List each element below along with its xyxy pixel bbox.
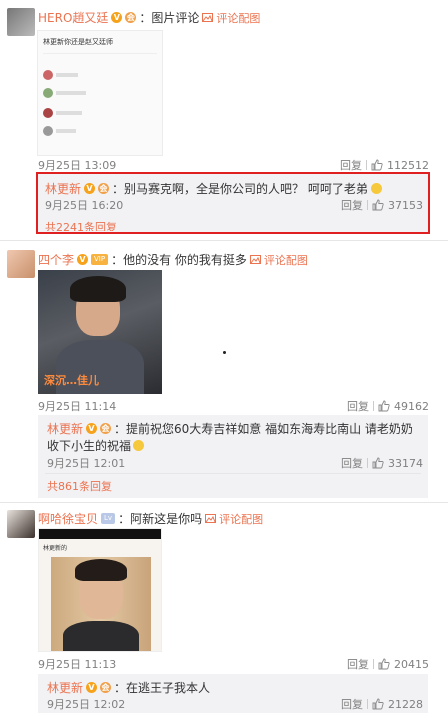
reply-button[interactable]: 回复 <box>347 398 369 414</box>
reply-text: ：别马赛克啊，全是你公司的人吧？ 呵呵了老弟 <box>112 182 368 196</box>
level-badge-icon: VIP <box>91 254 109 265</box>
comment-text: ：他的没有 你的我有挺多 <box>111 253 247 267</box>
reply-timestamp: 9月25日 16:20 <box>45 199 124 212</box>
comment-actions: 回复 49162 <box>347 398 429 414</box>
comment-actions: 回复 112512 <box>340 157 429 173</box>
divider <box>367 699 368 709</box>
thumbs-up-icon[interactable] <box>371 159 383 171</box>
comment-text: ：图片评论 <box>139 11 200 25</box>
reply-timestamp: 9月25日 12:02 <box>47 698 126 711</box>
timestamp: 9月25日 11:14 <box>38 400 117 413</box>
picture-icon <box>249 255 261 264</box>
reply-username[interactable]: 林更新 <box>45 180 81 197</box>
verified-icon: V <box>77 254 89 265</box>
level-badge-icon: Lv <box>101 513 116 524</box>
username[interactable]: HERO趙又廷 <box>38 9 108 26</box>
comment-image[interactable]: 深沉…佳儿 <box>38 270 162 394</box>
like-count: 49162 <box>394 399 429 413</box>
comment-header: 啊哈徐宝贝 Lv ：阿新这是你吗 评论配图 <box>38 510 263 527</box>
avatar[interactable] <box>7 510 35 538</box>
dot <box>223 351 226 354</box>
divider <box>45 473 421 474</box>
thumbs-up-icon[interactable] <box>372 199 384 211</box>
smile-emoji-icon <box>370 183 382 194</box>
reply-actions: 回复 33174 <box>341 455 423 471</box>
thumbs-up-icon[interactable] <box>372 698 384 710</box>
divider <box>373 659 374 669</box>
divider <box>367 200 368 210</box>
vip-icon: 会 <box>100 423 112 434</box>
divider <box>373 401 374 411</box>
reply-button[interactable]: 回复 <box>341 197 363 213</box>
like-count: 20415 <box>394 657 429 671</box>
reply-text-line: 收下小生的祝福 <box>47 437 145 454</box>
timestamp: 9月25日 11:13 <box>38 658 117 671</box>
verified-icon: V <box>86 423 98 434</box>
comment-image-link[interactable]: 评论配图 <box>205 511 263 527</box>
comment-text: ：阿新这是你吗 <box>118 512 203 526</box>
thumbs-up-icon[interactable] <box>378 400 390 412</box>
thumbs-up-icon[interactable] <box>372 457 384 469</box>
image-caption: 深沉…佳儿 <box>44 374 99 387</box>
picture-icon <box>205 514 217 523</box>
reply-button[interactable]: 回复 <box>347 656 369 672</box>
like-count: 37153 <box>388 198 423 212</box>
divider <box>366 160 367 170</box>
vip-icon: 会 <box>98 183 110 194</box>
divider <box>367 458 368 468</box>
like-count: 33174 <box>388 456 423 470</box>
avatar[interactable] <box>7 250 35 278</box>
comment-image[interactable]: 林更新你还是赵又廷师 <box>37 30 163 156</box>
vip-icon: 会 <box>125 12 137 23</box>
username[interactable]: 四个李 <box>38 251 74 268</box>
avatar[interactable] <box>7 8 35 36</box>
reply-actions: 回复 37153 <box>341 197 423 213</box>
more-replies-link[interactable]: 共2241条回复 <box>45 219 117 231</box>
verified-icon: V <box>86 682 98 693</box>
more-replies-link[interactable]: 共861条回复 <box>47 478 112 494</box>
reply-header: 林更新 V 会 ：别马赛克啊，全是你公司的人吧？ 呵呵了老弟 <box>45 180 382 197</box>
vip-icon: 会 <box>100 682 112 693</box>
smile-emoji-icon <box>133 440 145 451</box>
verified-icon: V <box>84 183 96 194</box>
like-count: 112512 <box>387 158 429 172</box>
verified-icon: V <box>111 12 123 23</box>
reply-button[interactable]: 回复 <box>341 696 363 712</box>
timestamp: 9月25日 13:09 <box>38 159 117 172</box>
reply-header: 林更新 V 会 ：提前祝您60大寿吉祥如意 福如东海寿比南山 请老奶奶 <box>47 420 413 437</box>
reply-username[interactable]: 林更新 <box>47 420 83 437</box>
divider <box>0 502 448 503</box>
reply-header: 林更新 V 会 ：在逃王子我本人 <box>47 679 210 696</box>
picture-icon <box>202 13 214 22</box>
reply-button[interactable]: 回复 <box>341 455 363 471</box>
comment-image-link[interactable]: 评论配图 <box>249 252 308 268</box>
comment-header: HERO趙又廷 V 会 ：图片评论 评论配图 <box>38 9 260 26</box>
image-caption: 林更新的 <box>43 545 68 552</box>
comment-image-link[interactable]: 评论配图 <box>202 10 260 26</box>
comment-actions: 回复 20415 <box>347 656 429 672</box>
divider <box>0 240 448 241</box>
reply-timestamp: 9月25日 12:01 <box>47 457 126 470</box>
reply-text: ：在逃王子我本人 <box>114 681 211 695</box>
reply-actions: 回复 21228 <box>341 696 423 712</box>
reply-text-continued: 收下小生的祝福 <box>47 439 132 453</box>
reply-username[interactable]: 林更新 <box>47 679 83 696</box>
like-count: 21228 <box>388 697 423 711</box>
thumbs-up-icon[interactable] <box>378 658 390 670</box>
comment-image[interactable]: 林更新的 <box>38 528 162 652</box>
comment-header: 四个李 V VIP ：他的没有 你的我有挺多 评论配图 <box>38 251 308 268</box>
reply-text: ：提前祝您60大寿吉祥如意 福如东海寿比南山 请老奶奶 <box>114 422 413 436</box>
reply-button[interactable]: 回复 <box>340 157 362 173</box>
username[interactable]: 啊哈徐宝贝 <box>38 510 98 527</box>
image-caption: 林更新你还是赵又廷师 <box>43 38 113 46</box>
